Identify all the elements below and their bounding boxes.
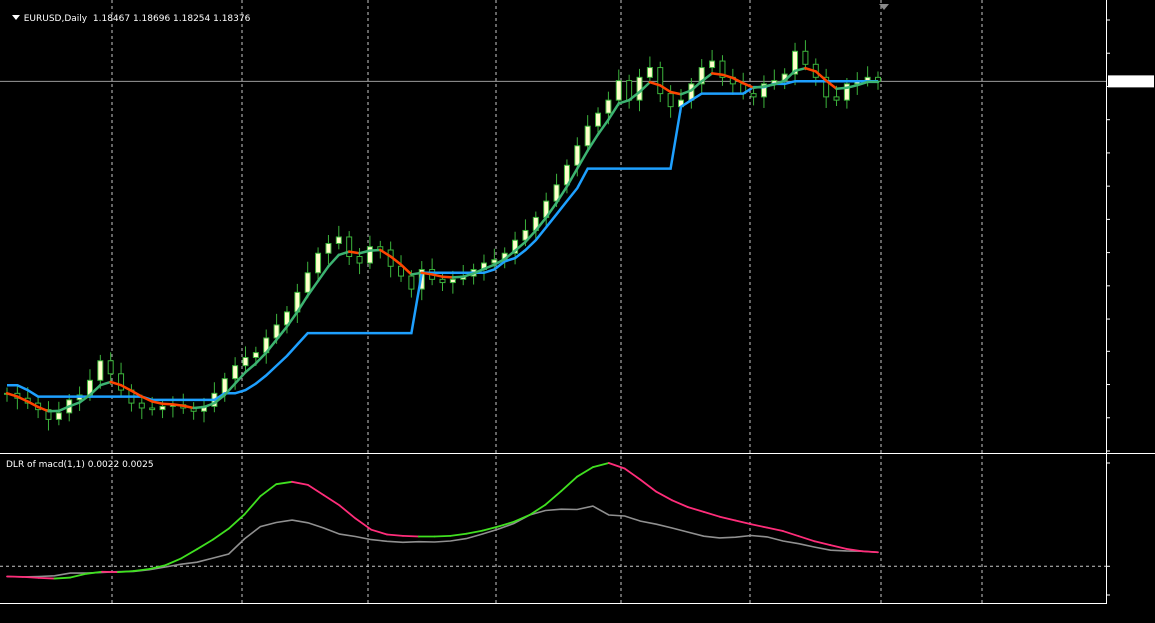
current-price-tag <box>1108 75 1154 88</box>
candle-body <box>138 402 145 409</box>
candle-body <box>802 50 809 65</box>
candle-body <box>595 112 602 127</box>
candle-body <box>750 93 757 98</box>
candle-body <box>667 93 674 108</box>
indicator-header: DLR of macd(1,1) 0.0022 0.0025 <box>6 460 154 470</box>
moving-average-segment <box>410 271 424 276</box>
candle-body <box>107 360 114 375</box>
osc-main-segment <box>37 577 56 580</box>
candle-body <box>232 365 239 380</box>
moving-average-segment <box>752 85 766 90</box>
osc-main-segment <box>116 570 135 573</box>
candle-body <box>574 145 581 166</box>
candle-body <box>97 360 104 381</box>
candle-body <box>221 378 228 394</box>
moving-average-segment <box>710 72 724 76</box>
moving-average-segment <box>368 248 382 252</box>
candle-body <box>55 412 62 420</box>
moving-average-segment <box>347 250 361 255</box>
osc-main-segment <box>21 575 40 579</box>
candle-body <box>605 99 612 114</box>
candle-body <box>242 357 249 367</box>
candle-body <box>584 125 591 147</box>
moving-average-segment <box>835 86 849 90</box>
moving-average-segment <box>171 403 185 407</box>
moving-average-segment <box>192 405 206 410</box>
moving-average-segment <box>161 402 175 406</box>
candle-body <box>408 275 415 290</box>
candle-body <box>118 373 125 391</box>
moving-average-segment <box>451 275 465 279</box>
candle-body <box>315 252 322 274</box>
candle-body <box>325 242 332 254</box>
candle-body <box>439 278 446 284</box>
dropdown-triangle-icon[interactable] <box>11 15 20 20</box>
candle-body <box>615 80 622 101</box>
candle-body <box>709 60 716 69</box>
candle-body <box>646 67 653 78</box>
chart-header[interactable]: EURUSD,Daily 1.18467 1.18696 1.18254 1.1… <box>6 4 250 24</box>
candle-body <box>252 352 259 359</box>
candle-body <box>356 256 363 264</box>
candle-body <box>657 67 664 95</box>
symbol-timeframe: EURUSD,Daily <box>23 14 88 24</box>
candle-body <box>833 96 840 101</box>
osc-main-segment <box>402 534 420 538</box>
chart-root <box>0 0 1155 623</box>
moving-average-segment <box>441 275 455 279</box>
osc-main-segment <box>433 534 452 538</box>
candle-body <box>149 407 156 411</box>
candle-body <box>366 246 373 264</box>
candle-body <box>304 272 311 293</box>
osc-main-segment <box>53 576 72 580</box>
osc-main-segment <box>861 550 879 554</box>
moving-average-segment <box>420 271 434 276</box>
candle-body <box>335 236 342 244</box>
candle-body <box>346 236 353 258</box>
ohlc-values: 1.18467 1.18696 1.18254 1.18376 <box>92 14 251 24</box>
candle-body <box>159 405 166 411</box>
candle-body <box>449 278 456 284</box>
